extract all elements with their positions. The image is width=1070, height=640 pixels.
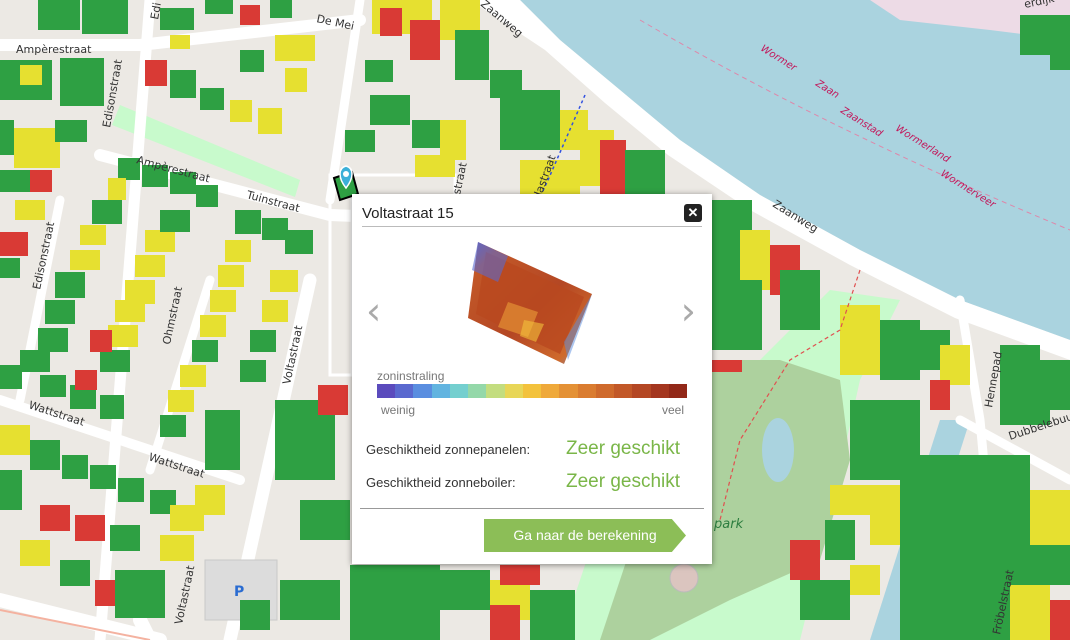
close-icon[interactable]: ✕ <box>684 204 702 222</box>
scale-swatch <box>486 384 505 398</box>
scale-swatch <box>595 384 615 398</box>
title-divider <box>362 226 702 227</box>
scale-swatch <box>504 384 523 398</box>
irradiation-scale-bar <box>377 384 687 398</box>
scale-swatch <box>522 384 542 398</box>
next-arrow-icon[interactable]: › <box>681 289 696 333</box>
solar-panels-suitability-label: Geschiktheid zonnepanelen: <box>366 442 531 457</box>
scale-swatch <box>632 384 651 398</box>
scale-swatch <box>468 384 487 398</box>
scale-swatch <box>614 384 633 398</box>
solar-panels-suitability-value: Zeer geschikt <box>566 438 681 459</box>
park-pond <box>762 418 794 482</box>
parking-icon: P <box>234 584 244 600</box>
scale-swatch <box>377 384 396 398</box>
address-popup: Voltastraat 15 ✕ ‹ › zoninstraling weini… <box>352 194 712 564</box>
footer-divider <box>360 508 704 509</box>
solar-boiler-suitability-value: Zeer geschikt <box>566 471 681 492</box>
scale-swatch <box>449 384 469 398</box>
scale-swatch <box>650 384 669 398</box>
irradiation-scale-title: zoninstraling <box>377 369 445 383</box>
street-label-amperestraat-top: Ampèrestraat <box>16 43 92 56</box>
scale-swatch <box>668 384 687 398</box>
park-label: park <box>713 517 744 532</box>
scale-swatch <box>431 384 450 398</box>
irradiation-scale-low-label: weinig <box>381 403 416 417</box>
irradiation-scale-high-label: veel <box>661 403 684 417</box>
solar-boiler-suitability-label: Geschiktheid zonneboiler: <box>366 475 516 490</box>
go-to-calculation-button[interactable]: Ga naar de berekening <box>484 519 686 552</box>
scale-swatch <box>395 384 414 398</box>
roof-irradiation-image <box>468 242 592 364</box>
scale-swatch <box>559 384 578 398</box>
scale-swatch <box>413 384 432 398</box>
popup-title: Voltastraat 15 <box>362 205 454 222</box>
scale-swatch <box>577 384 596 398</box>
scale-swatch <box>541 384 560 398</box>
previous-arrow-icon[interactable]: ‹ <box>366 289 381 333</box>
